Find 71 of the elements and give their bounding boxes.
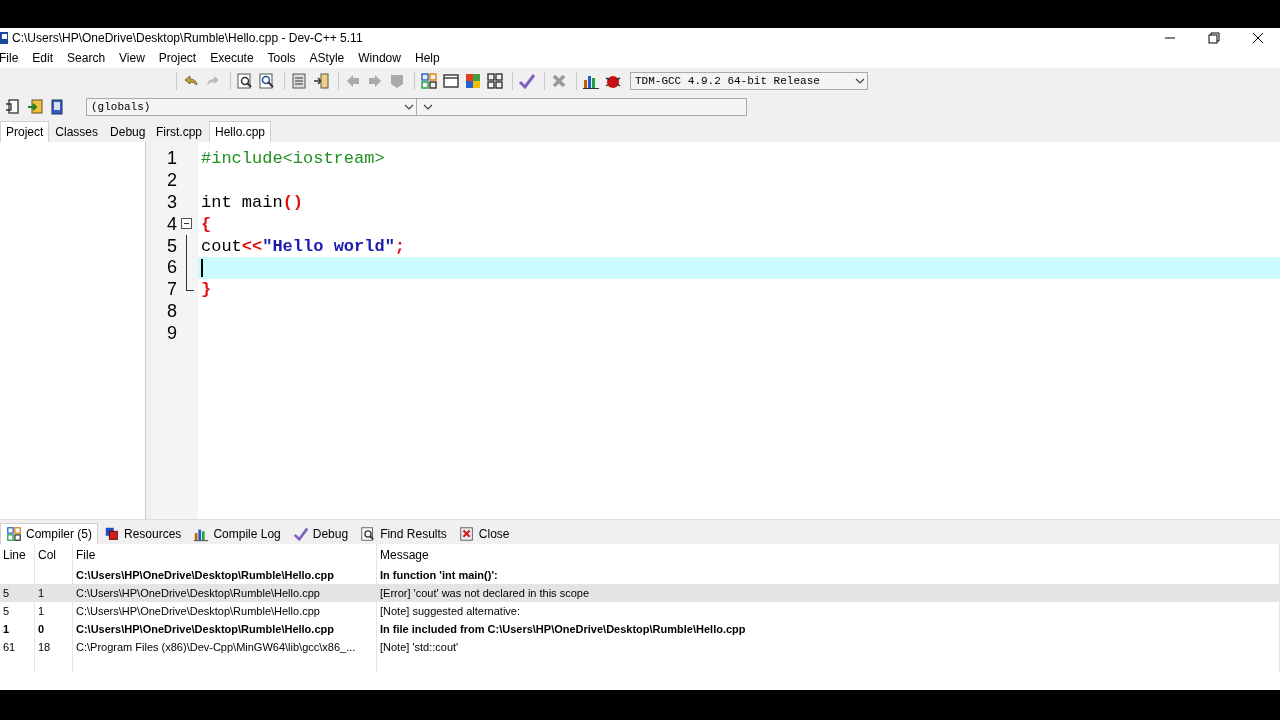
- menu-item[interactable]: Help: [414, 49, 446, 67]
- line-number: 5: [166, 235, 177, 257]
- menu-item[interactable]: Search: [67, 49, 112, 67]
- check-icon: [292, 526, 309, 542]
- menu-item[interactable]: Tools: [267, 49, 302, 67]
- table-cell: [Note] suggested alternative:: [377, 602, 1280, 620]
- code-line: }: [200, 279, 213, 301]
- column-header[interactable]: Line: [0, 544, 35, 566]
- grid-icon[interactable]: [420, 72, 438, 90]
- output-tab[interactable]: Resources: [98, 523, 188, 544]
- table-cell: C:\Program Files (x86)\Dev-Cpp\MinGW64\lib\gcc\x86_...: [73, 638, 377, 656]
- menu-item[interactable]: View: [119, 49, 151, 67]
- code-line: {: [200, 213, 213, 236]
- column-header[interactable]: Message: [377, 544, 1280, 566]
- restore-icon[interactable]: [1208, 32, 1220, 44]
- table-cell: 18: [35, 638, 73, 656]
- line-number: 9: [166, 322, 177, 344]
- tiles-icon[interactable]: [464, 72, 482, 90]
- check-icon[interactable]: [518, 72, 536, 90]
- output-tab[interactable]: Close: [452, 523, 516, 544]
- table-cell: 0: [35, 620, 73, 638]
- table-cell: 5: [0, 584, 35, 602]
- book-icon[interactable]: [48, 98, 66, 116]
- menu-item[interactable]: Window: [358, 49, 407, 67]
- code-line: cout<<"Hello world";: [200, 235, 407, 257]
- menu-item[interactable]: File: [0, 49, 25, 67]
- column-header[interactable]: File: [73, 544, 377, 566]
- grid-icon[interactable]: [486, 72, 504, 90]
- output-tab[interactable]: Compiler (5): [0, 523, 98, 544]
- table-cell: C:\Users\HP\OneDrive\Desktop\Rumble\Hello.cpp: [73, 602, 377, 620]
- output-tab[interactable]: Find Results: [354, 523, 453, 544]
- grid-icon: [6, 526, 22, 542]
- output-tab[interactable]: Debug: [286, 523, 355, 544]
- scope-select[interactable]: (globals): [86, 98, 417, 116]
- line-number: 6: [166, 257, 177, 279]
- table-cell: 1: [35, 602, 73, 620]
- code-line: int main(): [200, 192, 305, 214]
- window-icon[interactable]: [442, 72, 460, 90]
- table-cell: 61: [0, 638, 35, 656]
- find-icon[interactable]: [236, 72, 254, 90]
- output-tab[interactable]: Compile Log: [187, 523, 287, 544]
- table-cell: C:\Users\HP\OneDrive\Desktop\Rumble\Hello.cpp: [73, 584, 377, 602]
- compiler-select[interactable]: TDM-GCC 4.9.2 64-bit Release: [630, 72, 868, 90]
- line-number: 4: [166, 213, 177, 235]
- text-cursor: [201, 258, 203, 277]
- line-number: 1: [166, 148, 177, 170]
- menu-item[interactable]: Project: [158, 49, 203, 67]
- code-line: #include<iostream>: [200, 148, 386, 170]
- line-number: 7: [166, 279, 177, 301]
- line-number: 3: [166, 192, 177, 213]
- menu-item[interactable]: Execute: [210, 49, 260, 67]
- line-number: 2: [166, 170, 177, 192]
- column-header[interactable]: Col: [35, 544, 73, 566]
- window-title: C:\Users\HP\OneDrive\Desktop\Rumble\Hello.cpp - Dev-C++ 5.11: [12, 31, 363, 45]
- panel-tab[interactable]: Project: [0, 121, 50, 142]
- file-tab[interactable]: Hello.cpp: [209, 121, 272, 142]
- add-file-icon[interactable]: [26, 98, 44, 116]
- line-number: 8: [166, 300, 177, 322]
- blocks-icon: [104, 526, 120, 542]
- fold-minus-icon[interactable]: [181, 218, 192, 230]
- table-cell: C:\Users\HP\OneDrive\Desktop\Rumble\Hello.cpp: [73, 620, 377, 638]
- close-icon[interactable]: [1252, 32, 1264, 44]
- table-cell: 5: [0, 602, 35, 620]
- table-cell: In file included from C:\Users\HP\OneDrive\Desktop\Rumble\Hello.cpp: [377, 620, 1280, 638]
- find-icon: [360, 526, 377, 542]
- table-cell: [Error] 'cout' was not declared in this scope: [377, 584, 1280, 602]
- menu-item[interactable]: Edit: [32, 49, 60, 67]
- table-cell: 1: [35, 584, 73, 602]
- table-cell: [Note] 'std::cout': [377, 638, 1280, 656]
- table-cell: 1: [0, 620, 35, 638]
- menu-item[interactable]: AStyle: [309, 49, 351, 67]
